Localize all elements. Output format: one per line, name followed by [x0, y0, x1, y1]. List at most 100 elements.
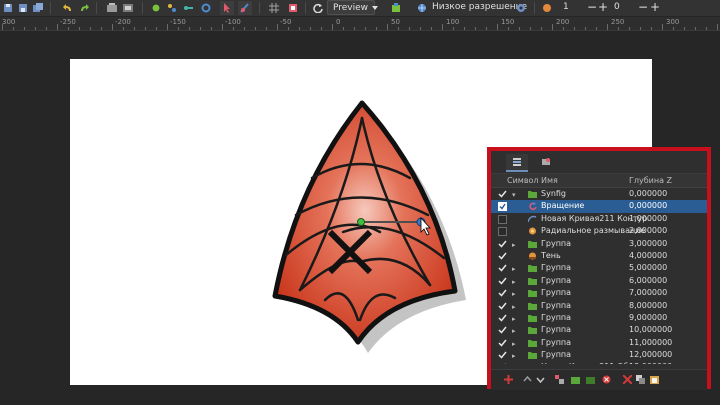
visibility-check-icon[interactable] [498, 339, 507, 347]
expander-chevron-icon[interactable]: ▸ [512, 340, 516, 348]
visibility-check-icon[interactable] [498, 190, 507, 198]
expander-chevron-icon[interactable]: ▸ [512, 327, 516, 335]
visibility-check-icon[interactable] [498, 351, 507, 359]
visibility-check-icon[interactable] [498, 240, 507, 248]
layer-row[interactable]: ▾ Synfig 0,000000 [491, 188, 707, 200]
rotate-origin-handle[interactable] [357, 218, 365, 226]
delete-layer-icon[interactable] [601, 374, 611, 384]
layer-row[interactable]: Тень 4,000000 [491, 250, 707, 262]
layer-name: Группа [541, 275, 572, 285]
layer-row[interactable]: ▸ Группа 3,000000 [491, 238, 707, 250]
layer-name: Группа [541, 337, 572, 347]
expander-chevron-icon[interactable]: ▸ [512, 303, 516, 311]
expander-chevron-icon[interactable]: ▸ [512, 278, 516, 286]
visibility-check-icon[interactable] [498, 326, 507, 334]
layer-row[interactable]: Новая Кривая211 Область13,000000 [491, 361, 707, 364]
layer-name: Группа [541, 350, 572, 360]
rotate-icon [528, 202, 537, 211]
expander-chevron-icon[interactable]: ▸ [512, 241, 516, 249]
tab-layers[interactable] [506, 154, 528, 172]
layer-row[interactable]: ▸ Группа 12,000000 [491, 349, 707, 361]
folder-icon [528, 190, 537, 198]
visibility-check-icon[interactable] [498, 252, 507, 260]
layer-row[interactable]: ▸ Группа 9,000000 [491, 312, 707, 324]
layers-table-header: Символ Имя Глубина Z [491, 174, 707, 188]
layers-icon [513, 158, 521, 166]
paste-layer-icon[interactable] [649, 374, 659, 384]
add-layer-icon[interactable] [503, 374, 513, 384]
blur-icon [528, 227, 537, 235]
expander-chevron-icon[interactable]: ▸ [512, 265, 516, 273]
visibility-check-icon[interactable] [498, 264, 507, 272]
layers-panel: Символ Имя Глубина Z ▾ Synfig 0,000000 Вращ… [487, 147, 711, 390]
folder-icon [528, 302, 537, 310]
visibility-checkbox[interactable] [498, 214, 507, 224]
layer-name: Группа [541, 300, 572, 310]
layer-z-depth: 1,000000 [629, 213, 668, 223]
layer-z-depth: 3,000000 [629, 238, 668, 248]
folder-icon [528, 277, 537, 285]
layer-z-depth: 2,000000 [629, 226, 668, 236]
copy-layer-icon[interactable] [635, 374, 645, 384]
depth-column-header[interactable]: Глубина Z [629, 176, 672, 185]
layer-name: Группа [541, 325, 572, 335]
layer-name: Группа [541, 238, 572, 248]
folder-icon [528, 264, 537, 273]
layer-z-depth: 8,000000 [629, 300, 668, 310]
layer-name: Группа [541, 263, 572, 273]
expander-chevron-icon[interactable]: ▾ [512, 191, 516, 199]
duplicate-layer-icon[interactable] [554, 374, 564, 384]
layer-row[interactable]: ▸ Группа 10,000000 [491, 324, 707, 336]
layer-row[interactable]: Радиальное размывание 2,000000 [491, 225, 707, 237]
layer-z-depth: 10,000000 [629, 325, 673, 335]
layer-name: Synfig [541, 189, 566, 198]
folder-icon [528, 326, 537, 335]
visibility-checkbox[interactable] [498, 202, 507, 212]
curve-icon [527, 215, 537, 223]
visibility-check-icon[interactable] [498, 314, 507, 322]
layer-z-depth: 12,000000 [629, 350, 673, 360]
layers-panel-footer [491, 369, 707, 390]
layers-list: ▾ Synfig 0,000000 Вращение 0,000000 Новая Кри… [491, 188, 707, 364]
folder-icon [528, 289, 537, 298]
name-column-header[interactable]: Имя [541, 176, 558, 185]
layer-row[interactable]: Новая Кривая211 Контур 1,000000 [491, 213, 707, 225]
layer-z-depth: 13,000000 [629, 362, 672, 364]
layer-name: Группа [541, 312, 572, 322]
group-layer-icon[interactable] [570, 374, 580, 384]
layer-row[interactable]: ▸ Группа 8,000000 [491, 300, 707, 312]
expander-chevron-icon[interactable]: ▸ [512, 315, 516, 323]
visibility-checkbox[interactable] [498, 227, 507, 237]
panel-tabs [491, 151, 707, 174]
layer-z-depth: 0,000000 [629, 189, 668, 198]
ungroup-layer-icon[interactable] [585, 374, 595, 384]
expander-chevron-icon[interactable]: ▸ [512, 290, 516, 298]
layer-row[interactable]: ▸ Группа 7,000000 [491, 287, 707, 299]
layer-row[interactable]: ▸ Группа 11,000000 [491, 337, 707, 349]
lower-layer-icon[interactable] [535, 374, 545, 384]
visibility-check-icon[interactable] [498, 277, 507, 285]
shade-icon [528, 252, 537, 260]
visibility-check-icon[interactable] [498, 289, 507, 297]
library-icon [542, 158, 550, 165]
region-icon [528, 363, 537, 364]
folder-icon [528, 314, 537, 322]
layer-row[interactable]: Вращение 0,000000 [491, 200, 707, 213]
layer-z-depth: 7,000000 [629, 288, 668, 298]
expander-chevron-icon[interactable]: ▸ [512, 352, 516, 360]
layer-row[interactable]: ▸ Группа 6,000000 [491, 275, 707, 287]
cut-layer-icon[interactable] [622, 374, 632, 384]
layer-row[interactable]: ▸ Группа 5,000000 [491, 262, 707, 274]
raise-layer-icon[interactable] [522, 374, 532, 384]
layer-z-depth: 0,000000 [629, 201, 668, 211]
layer-z-depth: 9,000000 [629, 312, 668, 322]
symbol-column-header[interactable]: Символ [507, 176, 539, 185]
layer-z-depth: 11,000000 [629, 337, 673, 347]
visibility-check-icon[interactable] [498, 302, 507, 310]
layer-z-depth: 5,000000 [629, 263, 668, 273]
layer-z-depth: 4,000000 [629, 250, 668, 260]
layer-name: Группа [541, 288, 572, 298]
tab-library[interactable] [535, 154, 557, 170]
layer-z-depth: 6,000000 [629, 275, 668, 285]
visibility-check-icon[interactable] [498, 363, 507, 364]
